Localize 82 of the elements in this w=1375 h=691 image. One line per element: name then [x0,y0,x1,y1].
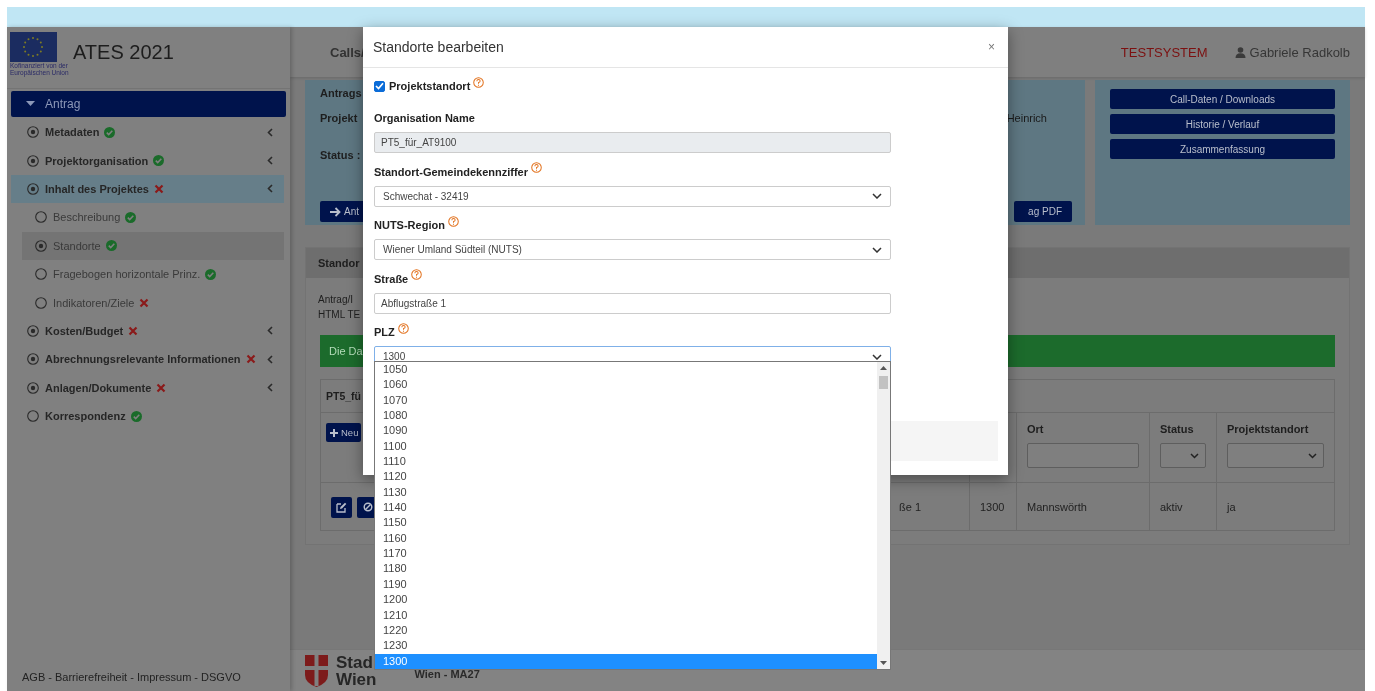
close-button[interactable]: × [985,40,998,54]
eu-flag-icon [10,32,57,62]
dropdown-option[interactable]: 1220 [375,622,877,639]
filter-select[interactable] [1227,443,1324,468]
scroll-down-icon[interactable] [880,661,887,665]
dropdown-option[interactable]: 1180 [375,561,877,577]
filter-select[interactable] [1160,443,1206,468]
filter-field[interactable] [1027,443,1139,468]
select-field[interactable]: Wiener Umland Südteil (NUTS) [374,239,891,260]
edit-icon [336,501,347,513]
input-field[interactable]: Abflugstraße 1 [374,292,891,314]
dropdown-option[interactable]: 1170 [375,546,877,562]
column-header[interactable]: Status [1160,423,1194,435]
dropdown-option[interactable]: 1230 [375,638,877,654]
dialog-title: Standorte bearbeiten [373,39,504,55]
field-label: Projekt [320,112,358,124]
select-field[interactable]: Schwechat - 32419 [374,185,891,207]
chevron-down-icon [1308,452,1317,459]
sidebar-item[interactable]: Abrechnungsrelevante Informationen [11,345,284,374]
field-label: Organisation Name [374,112,475,124]
sidebar-item[interactable]: Kosten/Budget [11,316,284,346]
field-label: Antrags [320,87,362,99]
table-cell: ja [1216,483,1334,531]
city-logo-text: Wien [336,670,377,688]
action-button[interactable]: Historie / Verlauf [1110,114,1335,134]
table-cell: Mannswörth [1016,483,1149,531]
city-logo-text: Stad [336,653,374,671]
sidebar-item[interactable]: Projektorganisation [11,146,284,175]
help-icon[interactable] [411,269,423,280]
table-cell: 1300 [969,483,1016,531]
help-icon[interactable] [397,322,409,334]
column-header[interactable]: Ort [1027,423,1044,435]
sidebar-item[interactable]: Metadaten [11,118,284,147]
new-button[interactable]: Neu [326,423,362,442]
field-label: Standort-Gemeindekennziffer [374,165,529,178]
app-title: ATES 2021 [73,41,174,64]
checkbox[interactable] [374,80,385,92]
plus-icon [330,428,338,437]
caret-icon [26,101,35,107]
dropdown-option[interactable]: 1190 [375,576,877,593]
intro-text: HTML TE [318,308,361,322]
scrollbar[interactable] [877,362,890,669]
dropdown-option[interactable]: 1120 [375,469,877,485]
dropdown-option[interactable]: 1060 [375,377,877,393]
checkbox-label[interactable]: Projektstandort [389,80,471,92]
sidebar-item[interactable]: Inhalt des Projektes [11,174,284,204]
city-shield-icon [305,654,328,687]
sidebar-item[interactable]: Anlagen/Dokumente [11,373,284,402]
help-icon[interactable] [531,162,543,173]
field-label: PLZ [374,326,395,338]
dropdown-option[interactable]: 1200 [375,592,877,608]
department-text: Wien - MA27 [414,667,480,680]
dropdown-option[interactable]: 1090 [375,423,877,439]
sidebar-item[interactable]: Korrespondenz [11,401,284,431]
edit-button[interactable] [331,496,352,518]
pdf-button[interactable]: ag PDF [1014,201,1072,222]
dropdown-option[interactable]: 1210 [375,607,877,623]
dropdown-option[interactable]: 1110 [375,454,877,470]
dropdown-option[interactable]: 1160 [375,530,877,547]
section-header[interactable]: Antrag [11,91,286,117]
chevron-down-icon [872,246,882,253]
chevron-down-icon [1190,452,1199,459]
intro-text: Antrag/I [318,293,354,307]
ban-icon [362,502,373,512]
table-cell: aktiv [1149,483,1216,531]
field-label: Status : [320,149,361,161]
action-button[interactable]: Call-Daten / Downloads [1110,89,1335,109]
column-header[interactable]: Projektstandort [1227,423,1309,435]
help-icon[interactable] [473,76,485,88]
field-label: NUTS-Region [374,219,445,231]
user-icon [1234,46,1246,58]
chevron-down-icon [872,353,882,360]
help-icon[interactable] [447,215,459,227]
dropdown-option[interactable]: 1100 [375,438,877,455]
dropdown-option[interactable]: 1070 [375,392,877,409]
action-button[interactable]: Zusammenfassung [1110,139,1335,159]
scroll-thumb[interactable] [879,376,888,389]
readonly-field: PT5_für_AT9100 [374,132,891,153]
arrow-right-icon [330,206,341,217]
chevron-down-icon [872,193,882,199]
environment-label: TESTSYSTEM [1120,44,1208,60]
footer-links[interactable]: AGB - Barrierefreiheit - Impressum - DSGVO [7,671,290,691]
